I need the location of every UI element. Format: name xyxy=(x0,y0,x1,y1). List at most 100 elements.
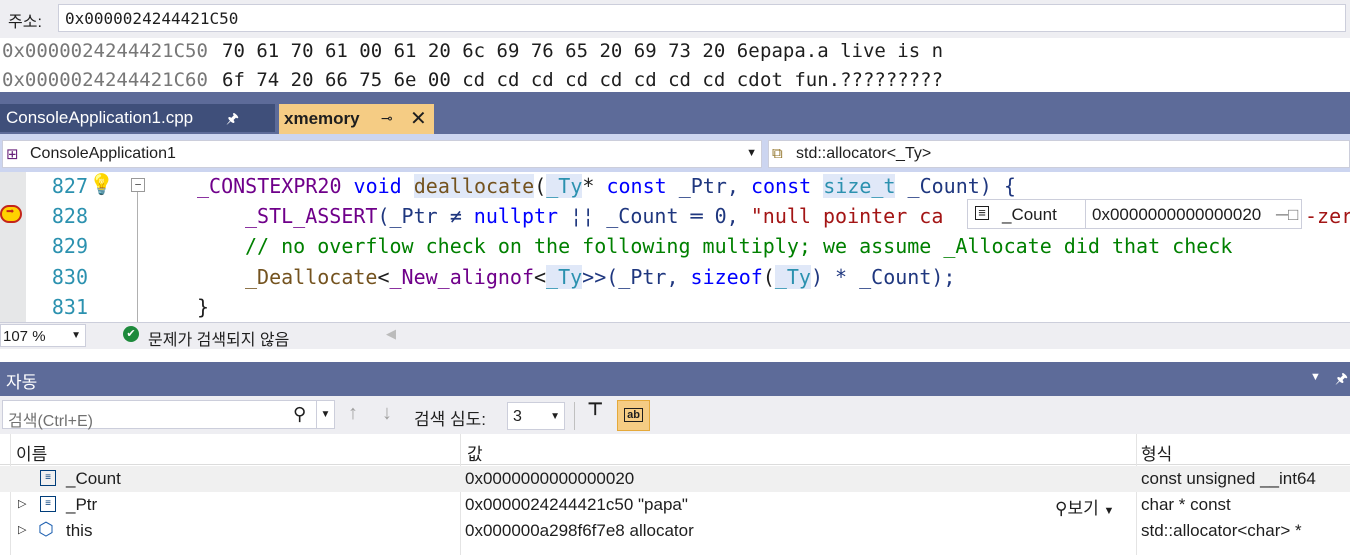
row-value[interactable]: 0x000000a298f6f7e8 allocator xyxy=(465,521,694,541)
collapse-icon[interactable]: − xyxy=(131,178,145,192)
tab-label: xmemory xyxy=(284,109,360,128)
pin-icon[interactable]: 🖈 xyxy=(226,108,239,132)
tab-consoleapplication1-cpp[interactable]: ConsoleApplication1.cpp 🖈 xyxy=(0,104,275,132)
code-line-828-tail: -zer xyxy=(1305,204,1350,228)
outline-line xyxy=(137,192,138,322)
zoom-dropdown[interactable]: 107 % ▼ xyxy=(0,324,86,347)
datatip-value[interactable]: 0x0000000000000020 xyxy=(1092,205,1261,225)
chevron-down-icon: ▼ xyxy=(550,411,560,422)
search-previous-icon[interactable]: ↑ xyxy=(348,402,358,425)
scope-dropdown-label: std::allocator<_Ty> xyxy=(796,145,932,162)
close-icon[interactable]: ✕ xyxy=(410,106,427,131)
pin-icon[interactable]: 🖈 xyxy=(1335,368,1348,392)
memory-row-text[interactable]: papa.a live is n xyxy=(760,40,943,62)
code-lines: 827 828 829 830 831 💡 ➡ − _CONSTEXPR20 v… xyxy=(0,172,1350,322)
breakpoint-current-icon[interactable]: ➡ xyxy=(0,204,22,223)
token: nullptr xyxy=(473,204,559,228)
datatip-name: _Count xyxy=(1002,205,1057,224)
autos-row-this[interactable]: ▷ ⬡ this 0x000000a298f6f7e8 allocator st… xyxy=(0,518,1350,544)
scope-dropdown[interactable]: ⧉ std::allocator<_Ty> xyxy=(768,140,1350,168)
token: < xyxy=(534,265,547,289)
search-depth-value: 3 xyxy=(513,408,522,425)
line-number: 827 xyxy=(51,174,88,198)
search-placeholder: 검색(Ctrl+E) xyxy=(8,413,93,430)
row-type: std::allocator<char> * xyxy=(1141,521,1302,540)
token: * xyxy=(582,174,607,198)
memory-row-bytes[interactable]: 70 61 70 61 00 61 20 6c 69 76 65 20 69 7… xyxy=(222,40,760,62)
token: size_t xyxy=(823,174,896,198)
arrow-right-icon: ➡ xyxy=(6,204,15,220)
memory-row-bytes[interactable]: 6f 74 20 66 75 6e 00 cd cd cd cd cd cd c… xyxy=(222,69,760,91)
pin-filter-icon[interactable]: ⊤ xyxy=(587,399,603,420)
row-value[interactable]: 0x0000000000000020 xyxy=(465,469,634,489)
view-label: 보기 xyxy=(1067,499,1099,518)
code-line-828: _STL_ASSERT(_Ptr ≠ nullptr ¦¦ _Count ═ 0… xyxy=(245,204,943,228)
token: const xyxy=(750,174,812,198)
column-header-type[interactable]: 형식 xyxy=(1141,440,1172,465)
expand-icon[interactable]: ▷ xyxy=(18,497,26,510)
row-name: _Count xyxy=(66,469,121,488)
zoom-level: 107 % xyxy=(3,328,46,345)
pin-icon[interactable]: ─□ xyxy=(1276,205,1298,225)
object-icon: ⬡ xyxy=(38,519,54,539)
expand-icon[interactable]: ▷ xyxy=(18,523,26,536)
search-next-icon[interactable]: ↓ xyxy=(382,402,392,425)
project-icon: ⊞ xyxy=(6,146,19,163)
toolbar-separator xyxy=(574,402,575,430)
search-input[interactable]: 검색(Ctrl+E) ⚲ xyxy=(2,400,317,430)
search-depth-select[interactable]: 3 ▼ xyxy=(507,402,565,430)
search-depth-label: 검색 심도: xyxy=(414,410,487,429)
token: ) * _Count); xyxy=(810,265,956,289)
token: _Ty xyxy=(546,265,583,289)
address-input[interactable]: 0x0000024244421C50 xyxy=(58,4,1346,32)
line-number: 829 xyxy=(51,234,88,258)
scroll-left-icon[interactable]: ◀ xyxy=(386,326,396,342)
autos-grid-header: 이름 값 형식 xyxy=(0,434,1350,465)
lightbulb-icon[interactable]: 💡 xyxy=(89,172,114,196)
token: void xyxy=(353,174,402,198)
code-line-831: } xyxy=(197,295,210,319)
chevron-down-icon[interactable]: ▼ xyxy=(1310,371,1321,383)
memory-row-address: 0x0000024244421C50 xyxy=(2,40,208,62)
issues-status[interactable]: 문제가 검색되지 않음 xyxy=(148,326,289,350)
search-icon[interactable]: ⚲ xyxy=(293,404,306,425)
chevron-down-icon: ▼ xyxy=(1103,505,1115,517)
token: (_Ptr ≠ xyxy=(377,204,474,228)
project-dropdown[interactable]: ⊞ ConsoleApplication1 ▼ xyxy=(2,140,762,168)
memory-row-address: 0x0000024244421C60 xyxy=(2,69,208,91)
tab-xmemory[interactable]: xmemory ⊸ ✕ xyxy=(279,104,434,134)
search-icon: ⚲ xyxy=(1055,499,1068,518)
address-label: 주소: xyxy=(8,14,42,31)
pin-icon[interactable]: ⊸ xyxy=(381,110,393,127)
token: "null pointer ca xyxy=(750,204,944,228)
check-icon: ✔ xyxy=(123,326,139,342)
autos-row-ptr[interactable]: ▷ ≡ _Ptr 0x0000024244421c50 "papa" ⚲보기 ▼… xyxy=(0,492,1350,518)
line-number: 830 xyxy=(51,265,88,289)
column-header-name[interactable]: 이름 xyxy=(16,440,47,465)
token: const xyxy=(606,174,667,198)
token: < xyxy=(377,265,390,289)
token: >>(_Ptr, xyxy=(582,265,691,289)
view-button[interactable]: ⚲보기 ▼ xyxy=(1055,494,1114,519)
token: _Ty xyxy=(546,174,583,198)
token: deallocate xyxy=(413,174,535,198)
token: _New_alignof xyxy=(389,265,535,289)
search-options-dropdown[interactable]: ▼ xyxy=(316,400,335,429)
line-number: 831 xyxy=(51,295,88,319)
datatip-separator xyxy=(1085,200,1086,228)
memory-row: 0x0000024244421C50 70 61 70 61 00 61 20 … xyxy=(0,38,1350,67)
row-name: _Ptr xyxy=(66,495,98,514)
row-value[interactable]: 0x0000024244421c50 "papa" xyxy=(465,495,688,515)
token: _Deallocate xyxy=(245,265,378,289)
autos-row-count[interactable]: ≡ _Count 0x0000000000000020 const unsign… xyxy=(0,466,1350,492)
variable-icon: ≡ xyxy=(40,496,56,512)
datatip[interactable]: ≡ _Count 0x0000000000000020 ─□ xyxy=(967,199,1302,229)
column-header-value[interactable]: 값 xyxy=(467,440,483,465)
variable-icon: ≡ xyxy=(40,470,56,486)
code-line-827: _CONSTEXPR20 void deallocate(_Ty* const … xyxy=(197,174,1016,198)
memory-row-text[interactable]: ot fun.????????? xyxy=(760,69,943,91)
chevron-down-icon: ▼ xyxy=(71,330,81,341)
hex-display-toggle[interactable]: ab xyxy=(617,400,650,431)
